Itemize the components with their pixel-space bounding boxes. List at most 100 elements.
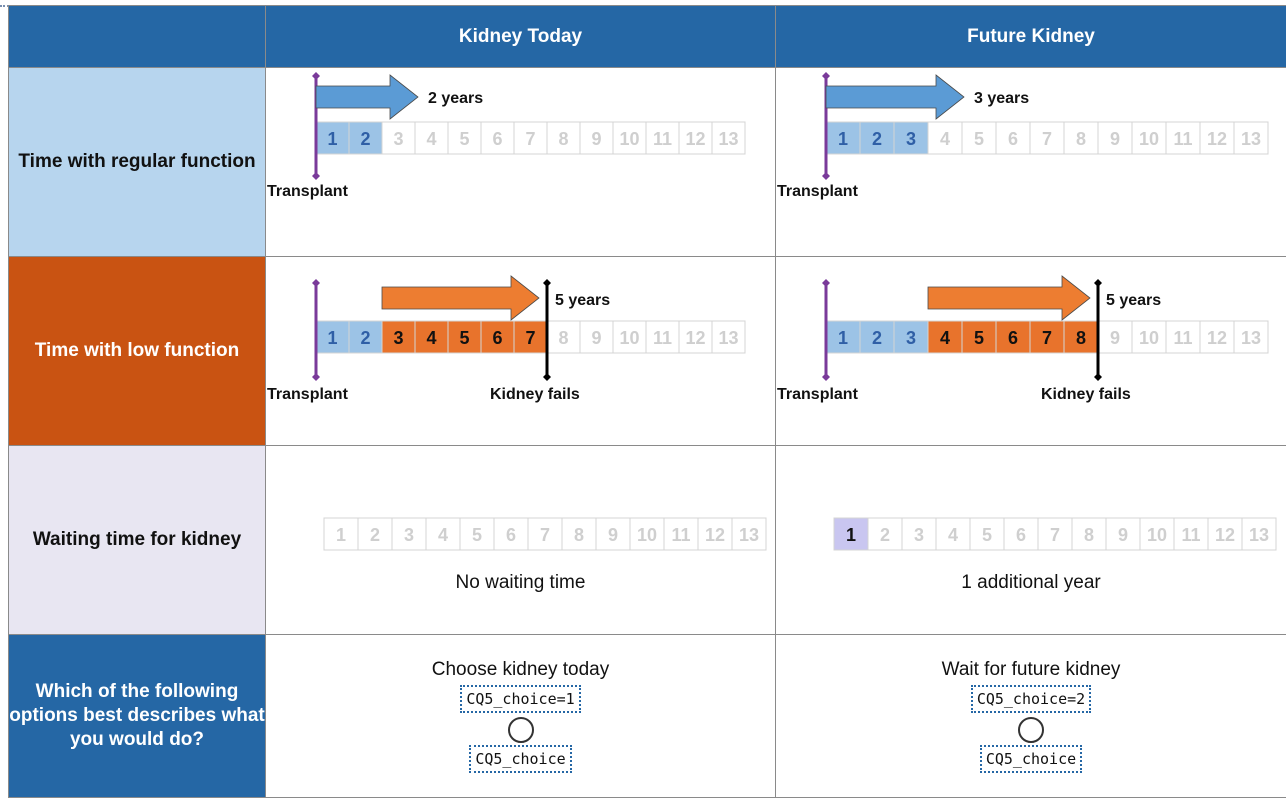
timeline-number-3: 3 bbox=[906, 328, 916, 348]
timeline-number-11: 11 bbox=[1173, 328, 1192, 348]
timeline-number-10: 10 bbox=[1147, 525, 1167, 545]
timeline-number-9: 9 bbox=[1110, 328, 1120, 348]
transplant-label: Transplant bbox=[777, 183, 859, 200]
today-low-cell: 1 2 3 4 5 6 7 8 9 10 11 12 13 5 years Transplant Kidney… bbox=[265, 256, 776, 446]
today-regular-cell: 1 2 3 4 5 6 7 8 9 10 11 12 13 2 years Transplant bbox=[265, 67, 776, 257]
timeline-number-2: 2 bbox=[880, 525, 890, 545]
timeline-number-6: 6 bbox=[492, 129, 502, 149]
timeline-number-5: 5 bbox=[982, 525, 992, 545]
timeline-number-2: 2 bbox=[360, 129, 370, 149]
timeline-number-1: 1 bbox=[846, 525, 856, 545]
choice-task-grid: Kidney Today Future Kidney Time with reg… bbox=[8, 5, 1286, 798]
transplant-line-top-cap bbox=[822, 279, 830, 287]
transplant-line-bottom-cap bbox=[822, 172, 830, 180]
today-waiting-cell: 1 2 3 4 5 6 7 8 9 10 11 12 13 No waiting time bbox=[265, 445, 776, 635]
low-function-arrow bbox=[381, 275, 540, 321]
timeline-number-9: 9 bbox=[608, 525, 618, 545]
timeline-number-12: 12 bbox=[685, 328, 705, 348]
timeline-number-4: 4 bbox=[438, 525, 448, 545]
timeline-number-8: 8 bbox=[558, 129, 568, 149]
future-low-cell: 1 2 3 4 5 6 7 8 9 10 11 12 13 5 years Transplant Kidney… bbox=[775, 256, 1286, 446]
kidney-fails-line-bottom-cap bbox=[1094, 373, 1102, 381]
transplant-label: Transplant bbox=[267, 183, 349, 200]
timeline-number-2: 2 bbox=[360, 328, 370, 348]
timeline-number-11: 11 bbox=[1173, 129, 1192, 149]
timeline-number-6: 6 bbox=[1008, 328, 1018, 348]
timeline-number-1: 1 bbox=[838, 129, 848, 149]
future-waiting-cell: 1 2 3 4 5 6 7 8 9 10 11 12 13 1 additional year bbox=[775, 445, 1286, 635]
timeline-number-6: 6 bbox=[506, 525, 516, 545]
transplant-label: Transplant bbox=[777, 386, 859, 403]
today-choice-radio[interactable] bbox=[507, 717, 534, 743]
timeline-number-12: 12 bbox=[685, 129, 705, 149]
column-header-kidney-today: Kidney Today bbox=[265, 5, 776, 68]
regular-function-arrow bbox=[825, 74, 965, 120]
timeline-number-12: 12 bbox=[1207, 328, 1227, 348]
timeline-number-13: 13 bbox=[1241, 328, 1261, 348]
timeline-number-6: 6 bbox=[1008, 129, 1018, 149]
future-choice-code-tag: CQ5_choice=2 bbox=[970, 685, 1092, 713]
kidney-fails-line-top-cap bbox=[1094, 279, 1102, 287]
timeline-number-3: 3 bbox=[906, 129, 916, 149]
timeline-number-7: 7 bbox=[1042, 328, 1052, 348]
timeline-number-1: 1 bbox=[327, 328, 337, 348]
transplant-line-bottom-cap bbox=[822, 373, 830, 381]
timeline-number-1: 1 bbox=[327, 129, 337, 149]
header-blank-cell bbox=[8, 5, 266, 68]
timeline-number-4: 4 bbox=[426, 328, 436, 348]
future-low-timeline: 1 2 3 4 5 6 7 8 9 10 11 12 135 yearsTransplant Kidney… bbox=[777, 275, 1269, 403]
timeline-number-9: 9 bbox=[1118, 525, 1128, 545]
today-low-timeline: 1 2 3 4 5 6 7 8 9 10 11 12 135 yearsTransplant Kidney… bbox=[267, 275, 746, 403]
timeline-number-11: 11 bbox=[653, 328, 672, 348]
timeline-number-11: 11 bbox=[671, 525, 690, 545]
today-field-tag: CQ5_choice bbox=[469, 745, 572, 773]
transplant-line-bottom-cap bbox=[312, 172, 320, 180]
timeline-number-2: 2 bbox=[872, 328, 882, 348]
kidney-fails-line-bottom-cap bbox=[543, 373, 551, 381]
regular-function-arrow bbox=[315, 74, 419, 120]
row-label-low-function: Time with low function bbox=[8, 256, 266, 446]
kidney-fails-label: Kidney fails bbox=[1041, 386, 1131, 403]
transplant-line-top-cap bbox=[312, 72, 320, 80]
future-regular-timeline: 1 2 3 4 5 6 7 8 9 10 11 12 133 yearsTransplant bbox=[777, 72, 1269, 200]
column-header-future-kidney: Future Kidney bbox=[775, 5, 1286, 68]
timeline-number-4: 4 bbox=[940, 328, 950, 348]
timeline-number-6: 6 bbox=[1016, 525, 1026, 545]
future-field-tag: CQ5_choice bbox=[979, 745, 1083, 773]
timeline-number-10: 10 bbox=[619, 328, 639, 348]
today-choice-cell: Choose kidney today CQ5_choice=1 CQ5_cho… bbox=[265, 634, 776, 798]
today-regular-timeline: 1 2 3 4 5 6 7 8 9 10 11 12 132 yearsTransplant bbox=[267, 72, 746, 200]
timeline-number-9: 9 bbox=[1110, 129, 1120, 149]
timeline-number-5: 5 bbox=[459, 129, 469, 149]
timeline-number-3: 3 bbox=[914, 525, 924, 545]
timeline-number-13: 13 bbox=[1241, 129, 1261, 149]
timeline-number-3: 3 bbox=[404, 525, 414, 545]
timeline-number-13: 13 bbox=[718, 328, 738, 348]
timeline-number-8: 8 bbox=[1076, 328, 1086, 348]
transplant-line-bottom-cap bbox=[312, 373, 320, 381]
today-waiting-timeline: 1 2 3 4 5 6 7 8 9 10 11 12 13 bbox=[323, 517, 767, 551]
future-choice-cell: Wait for future kidney CQ5_choice=2 CQ5_… bbox=[775, 634, 1286, 798]
timeline-number-4: 4 bbox=[940, 129, 950, 149]
low-duration-label: 5 years bbox=[555, 292, 610, 309]
today-waiting-text: No waiting time bbox=[455, 572, 586, 593]
timeline-number-8: 8 bbox=[558, 328, 568, 348]
timeline-number-5: 5 bbox=[974, 328, 984, 348]
timeline-number-8: 8 bbox=[574, 525, 584, 545]
timeline-number-7: 7 bbox=[1042, 129, 1052, 149]
future-choice-radio[interactable] bbox=[1018, 717, 1044, 743]
timeline-number-13: 13 bbox=[1249, 525, 1269, 545]
kidney-fails-line-top-cap bbox=[543, 279, 551, 287]
future-regular-cell: 1 2 3 4 5 6 7 8 9 10 11 12 13 3 years Transplant bbox=[775, 67, 1286, 257]
today-choice-code-tag: CQ5_choice=1 bbox=[460, 685, 581, 713]
regular-duration-label: 3 years bbox=[974, 90, 1029, 107]
future-choice-label: Wait for future kidney bbox=[941, 659, 1121, 680]
timeline-number-7: 7 bbox=[525, 129, 535, 149]
low-function-arrow bbox=[927, 275, 1091, 321]
timeline-number-6: 6 bbox=[492, 328, 502, 348]
timeline-number-9: 9 bbox=[591, 328, 601, 348]
transplant-line-top-cap bbox=[822, 72, 830, 80]
timeline-number-5: 5 bbox=[472, 525, 482, 545]
timeline-number-7: 7 bbox=[525, 328, 535, 348]
row-label-waiting-time: Waiting time for kidney bbox=[8, 445, 266, 635]
